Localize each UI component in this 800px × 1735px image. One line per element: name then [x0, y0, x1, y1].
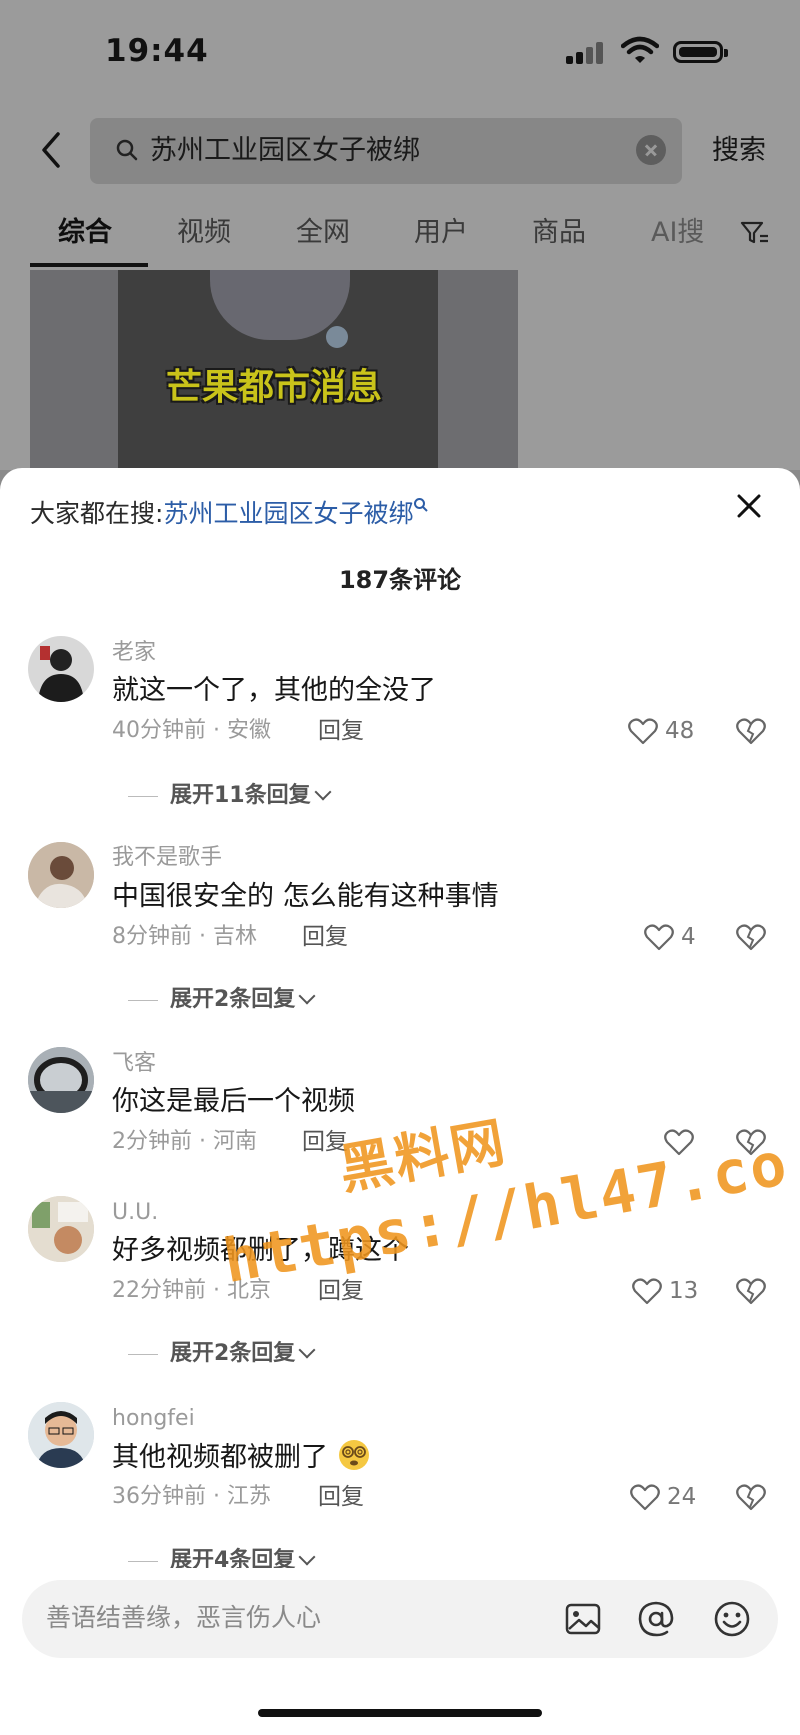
home-indicator [258, 1709, 542, 1717]
tab-comprehensive[interactable]: 综合 [58, 216, 112, 250]
search-input[interactable]: 苏州工业园区女子被绑 [90, 118, 682, 184]
tab-products[interactable]: 商品 [532, 216, 586, 250]
reply-button[interactable]: 回复 [318, 1276, 364, 1306]
comment-meta: 40分钟前 · 安徽 [112, 718, 271, 743]
comment-meta: 2分钟前 · 河南 [112, 1129, 257, 1154]
trending-link[interactable]: 苏州工业园区女子被绑 [163, 499, 413, 528]
comment-text: 就这一个了，其他的全没了 [112, 675, 436, 706]
status-time: 19:44 [105, 33, 209, 69]
tab-video[interactable]: 视频 [177, 216, 231, 250]
signal-icon [566, 40, 610, 64]
comment-text: 中国很安全的 怎么能有这种事情 [112, 881, 499, 912]
like-icon[interactable] [628, 717, 658, 745]
expand-replies-label: 展开11条回复 [170, 783, 311, 808]
back-icon[interactable] [36, 130, 66, 170]
comment-username[interactable]: 我不是歌手 [112, 843, 222, 873]
reply-button[interactable]: 回复 [302, 922, 348, 952]
expand-replies-label: 展开2条回复 [170, 987, 296, 1012]
tab-ai-search[interactable]: AI搜 [651, 216, 704, 250]
dizzy-emoji-icon [338, 1440, 369, 1470]
tab-web[interactable]: 全网 [296, 216, 350, 250]
at-icon[interactable] [637, 1600, 675, 1638]
comment-placeholder: 善语结善缘，恶言伤人心 [46, 1603, 322, 1632]
comment-username[interactable]: 飞客 [112, 1049, 156, 1079]
battery-icon [673, 41, 728, 63]
trending-search: 大家都在搜:苏州工业园区女子被绑 [30, 496, 429, 532]
reply-button[interactable]: 回复 [318, 1482, 364, 1512]
trending-prefix: 大家都在搜: [30, 499, 164, 528]
video-thumbnail[interactable]: 芒果都市消息 [30, 270, 518, 470]
image-icon[interactable] [564, 1600, 602, 1638]
dislike-icon[interactable] [736, 1482, 766, 1512]
avatar[interactable] [28, 842, 94, 908]
comment-text: 你这是最后一个视频 [112, 1086, 355, 1117]
like-count: 48 [665, 718, 695, 744]
active-tab-indicator [30, 263, 148, 267]
video-caption: 芒果都市消息 [165, 367, 382, 408]
comment-username[interactable]: U.U. [112, 1198, 158, 1228]
dislike-icon[interactable] [736, 716, 766, 746]
like-count: 4 [681, 924, 696, 950]
expand-replies[interactable]: 展开11条回复 [128, 781, 332, 811]
avatar[interactable] [28, 1047, 94, 1113]
avatar[interactable] [28, 636, 94, 702]
tab-users[interactable]: 用户 [414, 216, 468, 250]
reply-button[interactable]: 回复 [318, 716, 364, 746]
comment-text: 其他视频都被删了 [112, 1438, 371, 1477]
clear-icon[interactable] [636, 135, 666, 165]
like-icon[interactable] [632, 1277, 662, 1305]
status-bar: 19:44 [0, 0, 800, 105]
chevron-down-icon [314, 783, 332, 801]
expand-replies-label: 展开2条回复 [170, 1341, 296, 1366]
comment-count: 187条评论 [338, 566, 462, 594]
emoji-icon[interactable] [713, 1600, 751, 1638]
like-count: 13 [669, 1278, 699, 1304]
like-count: 24 [667, 1484, 697, 1510]
search-icon [116, 139, 138, 161]
comment-username[interactable]: 老家 [112, 638, 156, 668]
search-icon [414, 497, 429, 512]
expand-replies[interactable]: 展开2条回复 [128, 985, 316, 1015]
chevron-down-icon [298, 1548, 316, 1566]
like-icon[interactable] [630, 1483, 660, 1511]
dislike-icon[interactable] [736, 1276, 766, 1306]
like-icon[interactable] [644, 923, 674, 951]
comment-meta: 8分钟前 · 吉林 [112, 924, 257, 949]
search-tabs: 综合 视频 全网 用户 商品 AI搜 [0, 208, 800, 268]
comment-meta: 36分钟前 · 江苏 [112, 1484, 271, 1509]
avatar[interactable] [28, 1402, 94, 1468]
expand-replies[interactable]: 展开2条回复 [128, 1339, 316, 1369]
avatar[interactable] [28, 1196, 94, 1262]
search-button[interactable]: 搜索 [712, 134, 766, 168]
comment-text-body: 其他视频都被删了 [112, 1442, 328, 1473]
dislike-icon[interactable] [736, 922, 766, 952]
filter-icon[interactable] [740, 220, 770, 246]
comment-username[interactable]: hongfei [112, 1404, 195, 1434]
chevron-down-icon [298, 987, 316, 1005]
search-query: 苏州工业园区女子被绑 [150, 135, 420, 166]
chevron-down-icon [298, 1341, 316, 1359]
close-icon[interactable] [733, 490, 765, 522]
wifi-icon [621, 36, 659, 63]
